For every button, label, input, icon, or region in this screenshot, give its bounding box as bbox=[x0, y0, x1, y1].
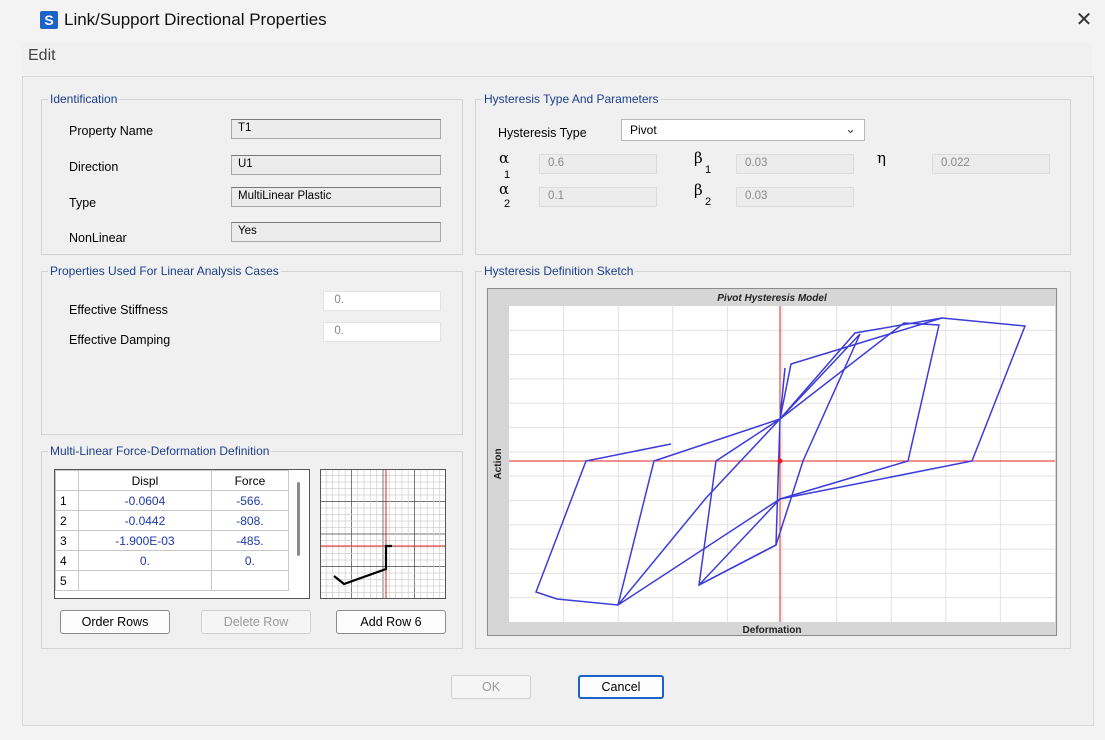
eta-field[interactable]: 0.022 bbox=[932, 154, 1050, 174]
delete-row-button[interactable]: Delete Row bbox=[201, 610, 311, 634]
row-number: 3 bbox=[55, 530, 79, 551]
type-label: Type bbox=[69, 196, 97, 210]
chevron-down-icon: ⌄ bbox=[845, 121, 856, 136]
effective-stiffness-input[interactable]: 0. bbox=[323, 291, 441, 311]
linear-properties-group: Properties Used For Linear Analysis Case… bbox=[41, 264, 463, 435]
property-name-field: T1 bbox=[231, 119, 441, 139]
menu-bar: Edit bbox=[22, 42, 1092, 74]
table-row[interactable]: 3 -1.900E-03 -485. bbox=[55, 530, 290, 551]
close-icon[interactable]: ✕ bbox=[1072, 8, 1096, 32]
table-scrollbar-thumb[interactable] bbox=[297, 482, 300, 556]
title-bar: S Link/Support Directional Properties ✕ bbox=[0, 0, 1105, 42]
alpha2-subscript: 2 bbox=[504, 198, 511, 210]
beta1-subscript: 1 bbox=[705, 164, 712, 176]
multilinear-group: Multi-Linear Force-Deformation Definitio… bbox=[41, 444, 463, 649]
beta2-field[interactable]: 0.03 bbox=[736, 187, 854, 207]
alpha1-symbol: α bbox=[499, 149, 510, 167]
app-icon: S bbox=[40, 11, 58, 29]
alpha1-field[interactable]: 0.6 bbox=[539, 154, 657, 174]
effective-stiffness-label: Effective Stiffness bbox=[69, 303, 168, 317]
property-name-label: Property Name bbox=[69, 124, 154, 138]
force-deformation-table: Displ Force 1 -0.0604 -566. 2 -0.0442 -8… bbox=[55, 470, 290, 591]
table-row[interactable]: 5 bbox=[55, 570, 290, 591]
beta1-field[interactable]: 0.03 bbox=[736, 154, 854, 174]
alpha2-field[interactable]: 0.1 bbox=[539, 187, 657, 207]
table-row[interactable]: 1 -0.0604 -566. bbox=[55, 490, 290, 511]
hysteresis-parameters-title: Hysteresis Type And Parameters bbox=[482, 92, 661, 106]
hysteresis-sketch-group: Hysteresis Definition Sketch Pivot Hyste… bbox=[475, 264, 1071, 649]
direction-label: Direction bbox=[69, 160, 119, 174]
backbone-mini-plot bbox=[320, 469, 446, 599]
eta-symbol: η bbox=[877, 149, 886, 167]
displ-cell[interactable]: 0. bbox=[78, 550, 212, 571]
hysteresis-type-select[interactable]: Pivot ⌄ bbox=[621, 119, 865, 141]
row-number: 1 bbox=[55, 490, 79, 511]
displ-header: Displ bbox=[78, 470, 212, 491]
force-header: Force bbox=[210, 470, 290, 491]
force-cell[interactable] bbox=[210, 570, 290, 591]
x-axis-label: Deformation bbox=[743, 625, 802, 636]
identification-title: Identification bbox=[48, 92, 120, 106]
effective-damping-label: Effective Damping bbox=[69, 333, 171, 347]
pivot-hysteresis-chart: Pivot Hysteresis Model Deformation Actio… bbox=[487, 288, 1057, 636]
force-cell[interactable]: -566. bbox=[210, 490, 290, 511]
y-axis-label: Action bbox=[493, 448, 504, 479]
displ-cell[interactable] bbox=[78, 570, 212, 591]
table-row[interactable]: 2 -0.0442 -808. bbox=[55, 510, 290, 531]
beta1-symbol: β bbox=[694, 149, 703, 167]
identification-group: Identification Property Name T1 Directio… bbox=[41, 92, 463, 255]
dialog-body: Identification Property Name T1 Directio… bbox=[22, 76, 1094, 726]
displ-cell[interactable]: -0.0442 bbox=[78, 510, 212, 531]
force-deformation-table-viewport: Displ Force 1 -0.0604 -566. 2 -0.0442 -8… bbox=[54, 469, 310, 599]
add-row-button[interactable]: Add Row 6 bbox=[336, 610, 446, 634]
type-field: MultiLinear Plastic bbox=[231, 187, 441, 207]
row-number: 2 bbox=[55, 510, 79, 531]
force-cell[interactable]: 0. bbox=[210, 550, 290, 571]
chart-title: Pivot Hysteresis Model bbox=[717, 293, 827, 304]
beta2-subscript: 2 bbox=[705, 196, 712, 208]
force-cell[interactable]: -808. bbox=[210, 510, 290, 531]
ok-button[interactable]: OK bbox=[451, 675, 531, 699]
effective-damping-input[interactable]: 0. bbox=[323, 322, 441, 342]
multilinear-title: Multi-Linear Force-Deformation Definitio… bbox=[48, 444, 272, 458]
hysteresis-parameters-group: Hysteresis Type And Parameters Hysteresi… bbox=[475, 92, 1071, 255]
row-number-header bbox=[55, 470, 79, 491]
hysteresis-type-value: Pivot bbox=[630, 123, 657, 137]
window-title: Link/Support Directional Properties bbox=[64, 10, 327, 29]
displ-cell[interactable]: -1.900E-03 bbox=[78, 530, 212, 551]
menu-edit[interactable]: Edit bbox=[28, 47, 56, 65]
force-cell[interactable]: -485. bbox=[210, 530, 290, 551]
hysteresis-sketch-title: Hysteresis Definition Sketch bbox=[482, 264, 636, 278]
displ-cell[interactable]: -0.0604 bbox=[78, 490, 212, 511]
origin-point bbox=[777, 458, 783, 464]
nonlinear-label: NonLinear bbox=[69, 231, 127, 245]
alpha2-symbol: α bbox=[499, 180, 510, 198]
table-row[interactable]: 4 0. 0. bbox=[55, 550, 290, 571]
hysteresis-type-label: Hysteresis Type bbox=[498, 126, 587, 140]
row-number: 5 bbox=[55, 570, 79, 591]
nonlinear-field: Yes bbox=[231, 222, 441, 242]
beta2-symbol: β bbox=[694, 181, 703, 199]
row-number: 4 bbox=[55, 550, 79, 571]
cancel-button[interactable]: Cancel bbox=[578, 675, 664, 699]
order-rows-button[interactable]: Order Rows bbox=[60, 610, 170, 634]
direction-field: U1 bbox=[231, 155, 441, 175]
linear-properties-title: Properties Used For Linear Analysis Case… bbox=[48, 264, 281, 278]
